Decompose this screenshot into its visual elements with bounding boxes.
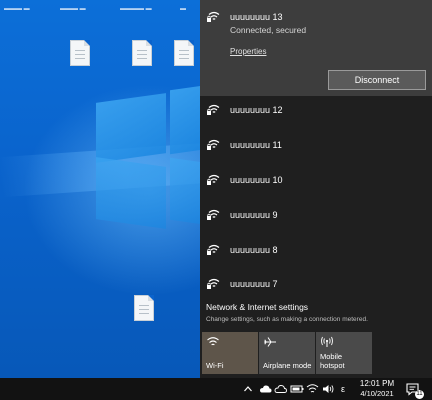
network-settings-link[interactable]: Network & Internet settings bbox=[206, 302, 308, 312]
wifi-secured-icon bbox=[206, 173, 222, 187]
hotspot-label-line1: Mobile bbox=[320, 352, 343, 361]
cloud-icon[interactable] bbox=[274, 383, 287, 395]
connected-network-name: uuuuuuuu 13 bbox=[230, 12, 283, 22]
wifi-secured-icon bbox=[206, 243, 222, 257]
clock[interactable]: 12:01 PM 4/10/2021 bbox=[355, 379, 399, 399]
mobile-hotspot-tile[interactable]: Mobile hotspot bbox=[316, 332, 372, 374]
desktop-icon[interactable] bbox=[120, 295, 168, 323]
wifi-icon[interactable] bbox=[306, 383, 319, 395]
airplane-mode-tile[interactable]: Airplane mode bbox=[259, 332, 315, 374]
network-name: uuuuuuuu 9 bbox=[230, 210, 278, 220]
wifi-secured-icon bbox=[206, 103, 222, 117]
hotspot-icon bbox=[320, 336, 334, 348]
network-list-item[interactable]: uuuuuuuu 10 bbox=[200, 169, 432, 203]
wifi-secured-icon bbox=[206, 10, 222, 24]
file-icon bbox=[174, 40, 194, 66]
desktop-icon-label-partial[interactable]: ▬▬▬▬ ▬ bbox=[120, 6, 152, 12]
network-list-item[interactable]: uuuuuuuu 12 bbox=[200, 99, 432, 133]
network-list-item[interactable]: uuuuuuuu 7 bbox=[200, 273, 432, 299]
desktop-icon-label-partial[interactable]: ▬▬▬ ▬ bbox=[4, 6, 30, 12]
desktop-icon-label-partial[interactable]: ▬ bbox=[180, 6, 186, 12]
network-name: uuuuuuuu 11 bbox=[230, 140, 282, 150]
wifi-secured-icon bbox=[206, 277, 222, 291]
wallpaper-window-pane bbox=[96, 157, 166, 229]
wallpaper-window-pane bbox=[170, 157, 202, 225]
airplane-tile-label: Airplane mode bbox=[263, 361, 312, 370]
desktop-icon-label-partial[interactable]: ▬▬▬ ▬ bbox=[60, 6, 86, 12]
chevron-up-icon[interactable] bbox=[243, 383, 253, 395]
properties-link[interactable]: Properties bbox=[230, 47, 266, 56]
network-name: uuuuuuuu 8 bbox=[230, 245, 278, 255]
battery-icon[interactable] bbox=[290, 383, 304, 395]
file-icon bbox=[70, 40, 90, 66]
cloud-icon[interactable] bbox=[259, 383, 272, 395]
disconnect-button[interactable]: Disconnect bbox=[328, 70, 426, 90]
network-flyout: uuuuuuuu 13 Connected, secured Propertie… bbox=[200, 0, 432, 378]
clock-time: 12:01 PM bbox=[359, 379, 395, 388]
network-name: uuuuuuuu 7 bbox=[230, 279, 278, 289]
wifi-tile-label: Wi-Fi bbox=[206, 361, 224, 370]
hotspot-label-line2: hotspot bbox=[320, 361, 345, 370]
taskbar: ε 12:01 PM 4/10/2021 11 bbox=[0, 378, 432, 400]
file-icon bbox=[132, 40, 152, 66]
desktop-icon[interactable] bbox=[118, 40, 166, 68]
connected-network-status: Connected, secured bbox=[230, 25, 307, 35]
network-name: uuuuuuuu 12 bbox=[230, 105, 283, 115]
network-name: uuuuuuuu 10 bbox=[230, 175, 283, 185]
hotspot-tile-label: Mobile hotspot bbox=[320, 352, 345, 370]
wifi-toggle-tile[interactable]: Wi-Fi bbox=[202, 332, 258, 374]
wifi-icon bbox=[206, 336, 220, 348]
wallpaper-window-pane bbox=[96, 93, 166, 163]
wallpaper-window-pane bbox=[170, 85, 202, 155]
language-indicator[interactable]: ε bbox=[341, 383, 345, 395]
connected-network-item[interactable]: uuuuuuuu 13 Connected, secured Propertie… bbox=[200, 0, 432, 96]
network-list-item[interactable]: uuuuuuuu 11 bbox=[200, 134, 432, 168]
notification-count-badge: 11 bbox=[415, 390, 424, 399]
wifi-secured-icon bbox=[206, 138, 222, 152]
airplane-icon bbox=[263, 336, 277, 348]
desktop-icon[interactable] bbox=[166, 40, 202, 68]
network-list-item[interactable]: uuuuuuuu 8 bbox=[200, 239, 432, 273]
volume-icon[interactable] bbox=[322, 383, 335, 395]
network-list-item[interactable]: uuuuuuuu 9 bbox=[200, 204, 432, 238]
desktop-icon[interactable] bbox=[56, 40, 104, 68]
wifi-secured-icon bbox=[206, 208, 222, 222]
file-icon bbox=[134, 295, 154, 321]
clock-date: 4/10/2021 bbox=[360, 389, 394, 398]
network-settings-description: Change settings, such as making a connec… bbox=[206, 316, 368, 323]
